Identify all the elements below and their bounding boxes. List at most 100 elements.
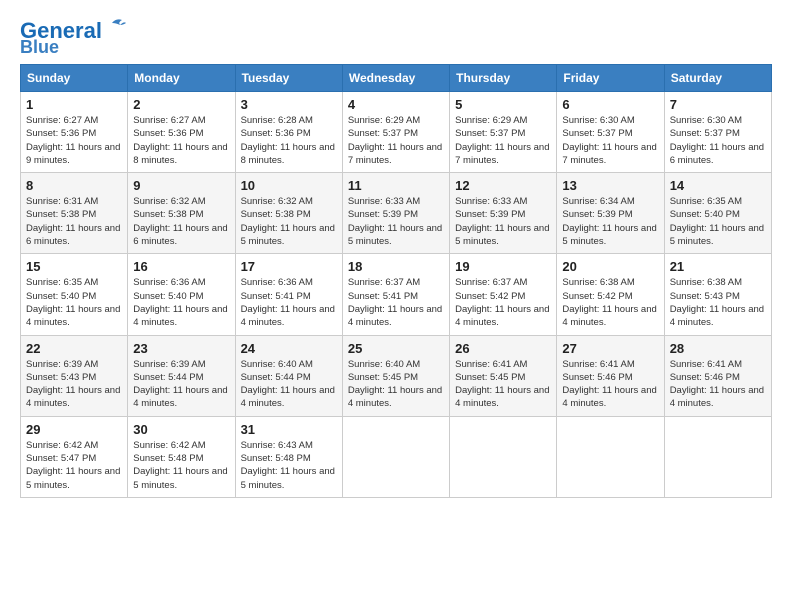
calendar-cell: 9 Sunrise: 6:32 AM Sunset: 5:38 PM Daylig… [128,173,235,254]
day-info: Sunrise: 6:30 AM Sunset: 5:37 PM Dayligh… [562,114,658,167]
calendar-cell: 14 Sunrise: 6:35 AM Sunset: 5:40 PM Dayli… [664,173,771,254]
calendar-cell: 7 Sunrise: 6:30 AM Sunset: 5:37 PM Daylig… [664,92,771,173]
day-number: 18 [348,259,444,274]
calendar-cell [664,416,771,497]
day-number: 13 [562,178,658,193]
day-number: 29 [26,422,122,437]
day-info: Sunrise: 6:33 AM Sunset: 5:39 PM Dayligh… [348,195,444,248]
day-number: 12 [455,178,551,193]
day-info: Sunrise: 6:42 AM Sunset: 5:47 PM Dayligh… [26,439,122,492]
day-info: Sunrise: 6:43 AM Sunset: 5:48 PM Dayligh… [241,439,337,492]
day-info: Sunrise: 6:32 AM Sunset: 5:38 PM Dayligh… [241,195,337,248]
calendar-cell: 30Sunrise: 6:42 AM Sunset: 5:48 PM Dayli… [128,416,235,497]
day-info: Sunrise: 6:27 AM Sunset: 5:36 PM Dayligh… [26,114,122,167]
day-info: Sunrise: 6:29 AM Sunset: 5:37 PM Dayligh… [348,114,444,167]
calendar-table: SundayMondayTuesdayWednesdayThursdayFrid… [20,64,772,498]
day-info: Sunrise: 6:41 AM Sunset: 5:46 PM Dayligh… [670,358,766,411]
calendar-cell: 20 Sunrise: 6:38 AM Sunset: 5:42 PM Dayli… [557,254,664,335]
day-number: 4 [348,97,444,112]
logo-blue-text: Blue [20,38,59,56]
day-info: Sunrise: 6:39 AM Sunset: 5:43 PM Dayligh… [26,358,122,411]
day-number: 22 [26,341,122,356]
calendar-cell: 1 Sunrise: 6:27 AM Sunset: 5:36 PM Daylig… [21,92,128,173]
calendar-week-row: 29 Sunrise: 6:42 AM Sunset: 5:47 PM Dayli… [21,416,772,497]
calendar-cell: 18 Sunrise: 6:37 AM Sunset: 5:41 PM Dayli… [342,254,449,335]
day-number: 7 [670,97,766,112]
calendar-cell: 29 Sunrise: 6:42 AM Sunset: 5:47 PM Dayli… [21,416,128,497]
day-info: Sunrise: 6:37 AM Sunset: 5:41 PM Dayligh… [348,276,444,329]
day-number: 9 [133,178,229,193]
day-number: 3 [241,97,337,112]
column-header-friday: Friday [557,65,664,92]
column-header-thursday: Thursday [450,65,557,92]
day-number: 2 [133,97,229,112]
day-info: Sunrise: 6:36 AM Sunset: 5:40 PM Dayligh… [133,276,229,329]
column-header-saturday: Saturday [664,65,771,92]
day-number: 5 [455,97,551,112]
day-info: Sunrise: 6:38 AM Sunset: 5:43 PM Dayligh… [670,276,766,329]
calendar-cell: 19 Sunrise: 6:37 AM Sunset: 5:42 PM Dayli… [450,254,557,335]
calendar-cell: 6 Sunrise: 6:30 AM Sunset: 5:37 PM Daylig… [557,92,664,173]
day-info: Sunrise: 6:27 AM Sunset: 5:36 PM Dayligh… [133,114,229,167]
calendar-cell: 2 Sunrise: 6:27 AM Sunset: 5:36 PM Daylig… [128,92,235,173]
day-info: Sunrise: 6:41 AM Sunset: 5:45 PM Dayligh… [455,358,551,411]
day-number: 21 [670,259,766,274]
calendar-cell: 16 Sunrise: 6:36 AM Sunset: 5:40 PM Dayli… [128,254,235,335]
day-number: 1 [26,97,122,112]
day-number: 27 [562,341,658,356]
day-number: 16 [133,259,229,274]
calendar-cell: 22 Sunrise: 6:39 AM Sunset: 5:43 PM Dayli… [21,335,128,416]
calendar-week-row: 22 Sunrise: 6:39 AM Sunset: 5:43 PM Dayli… [21,335,772,416]
logo-bird-icon [104,18,126,36]
day-info: Sunrise: 6:41 AM Sunset: 5:46 PM Dayligh… [562,358,658,411]
calendar-cell [342,416,449,497]
day-number: 15 [26,259,122,274]
calendar-cell: 12Sunrise: 6:33 AM Sunset: 5:39 PM Dayli… [450,173,557,254]
calendar-cell: 8 Sunrise: 6:31 AM Sunset: 5:38 PM Daylig… [21,173,128,254]
day-number: 23 [133,341,229,356]
calendar-cell: 28 Sunrise: 6:41 AM Sunset: 5:46 PM Dayli… [664,335,771,416]
calendar-week-row: 1 Sunrise: 6:27 AM Sunset: 5:36 PM Daylig… [21,92,772,173]
calendar-cell: 4 Sunrise: 6:29 AM Sunset: 5:37 PM Daylig… [342,92,449,173]
day-info: Sunrise: 6:35 AM Sunset: 5:40 PM Dayligh… [670,195,766,248]
day-info: Sunrise: 6:38 AM Sunset: 5:42 PM Dayligh… [562,276,658,329]
day-number: 6 [562,97,658,112]
day-number: 28 [670,341,766,356]
day-info: Sunrise: 6:29 AM Sunset: 5:37 PM Dayligh… [455,114,551,167]
column-header-sunday: Sunday [21,65,128,92]
calendar-cell: 23Sunrise: 6:39 AM Sunset: 5:44 PM Dayli… [128,335,235,416]
day-info: Sunrise: 6:31 AM Sunset: 5:38 PM Dayligh… [26,195,122,248]
day-number: 24 [241,341,337,356]
day-info: Sunrise: 6:34 AM Sunset: 5:39 PM Dayligh… [562,195,658,248]
calendar-week-row: 8 Sunrise: 6:31 AM Sunset: 5:38 PM Daylig… [21,173,772,254]
logo: General Blue [20,20,126,56]
day-number: 26 [455,341,551,356]
calendar-cell: 21 Sunrise: 6:38 AM Sunset: 5:43 PM Dayli… [664,254,771,335]
day-number: 30 [133,422,229,437]
calendar-cell: 5 Sunrise: 6:29 AM Sunset: 5:37 PM Daylig… [450,92,557,173]
day-info: Sunrise: 6:40 AM Sunset: 5:44 PM Dayligh… [241,358,337,411]
day-number: 11 [348,178,444,193]
day-number: 10 [241,178,337,193]
day-number: 8 [26,178,122,193]
day-info: Sunrise: 6:36 AM Sunset: 5:41 PM Dayligh… [241,276,337,329]
calendar-cell [450,416,557,497]
column-header-monday: Monday [128,65,235,92]
day-info: Sunrise: 6:30 AM Sunset: 5:37 PM Dayligh… [670,114,766,167]
calendar-week-row: 15 Sunrise: 6:35 AM Sunset: 5:40 PM Dayli… [21,254,772,335]
day-number: 31 [241,422,337,437]
calendar-cell: 27 Sunrise: 6:41 AM Sunset: 5:46 PM Dayli… [557,335,664,416]
day-info: Sunrise: 6:35 AM Sunset: 5:40 PM Dayligh… [26,276,122,329]
day-info: Sunrise: 6:32 AM Sunset: 5:38 PM Dayligh… [133,195,229,248]
day-number: 19 [455,259,551,274]
day-number: 14 [670,178,766,193]
calendar-cell: 10 Sunrise: 6:32 AM Sunset: 5:38 PM Dayli… [235,173,342,254]
page-header: General Blue [20,20,772,56]
column-header-tuesday: Tuesday [235,65,342,92]
day-number: 20 [562,259,658,274]
day-info: Sunrise: 6:37 AM Sunset: 5:42 PM Dayligh… [455,276,551,329]
calendar-cell: 24 Sunrise: 6:40 AM Sunset: 5:44 PM Dayli… [235,335,342,416]
day-info: Sunrise: 6:40 AM Sunset: 5:45 PM Dayligh… [348,358,444,411]
day-info: Sunrise: 6:28 AM Sunset: 5:36 PM Dayligh… [241,114,337,167]
calendar-header-row: SundayMondayTuesdayWednesdayThursdayFrid… [21,65,772,92]
